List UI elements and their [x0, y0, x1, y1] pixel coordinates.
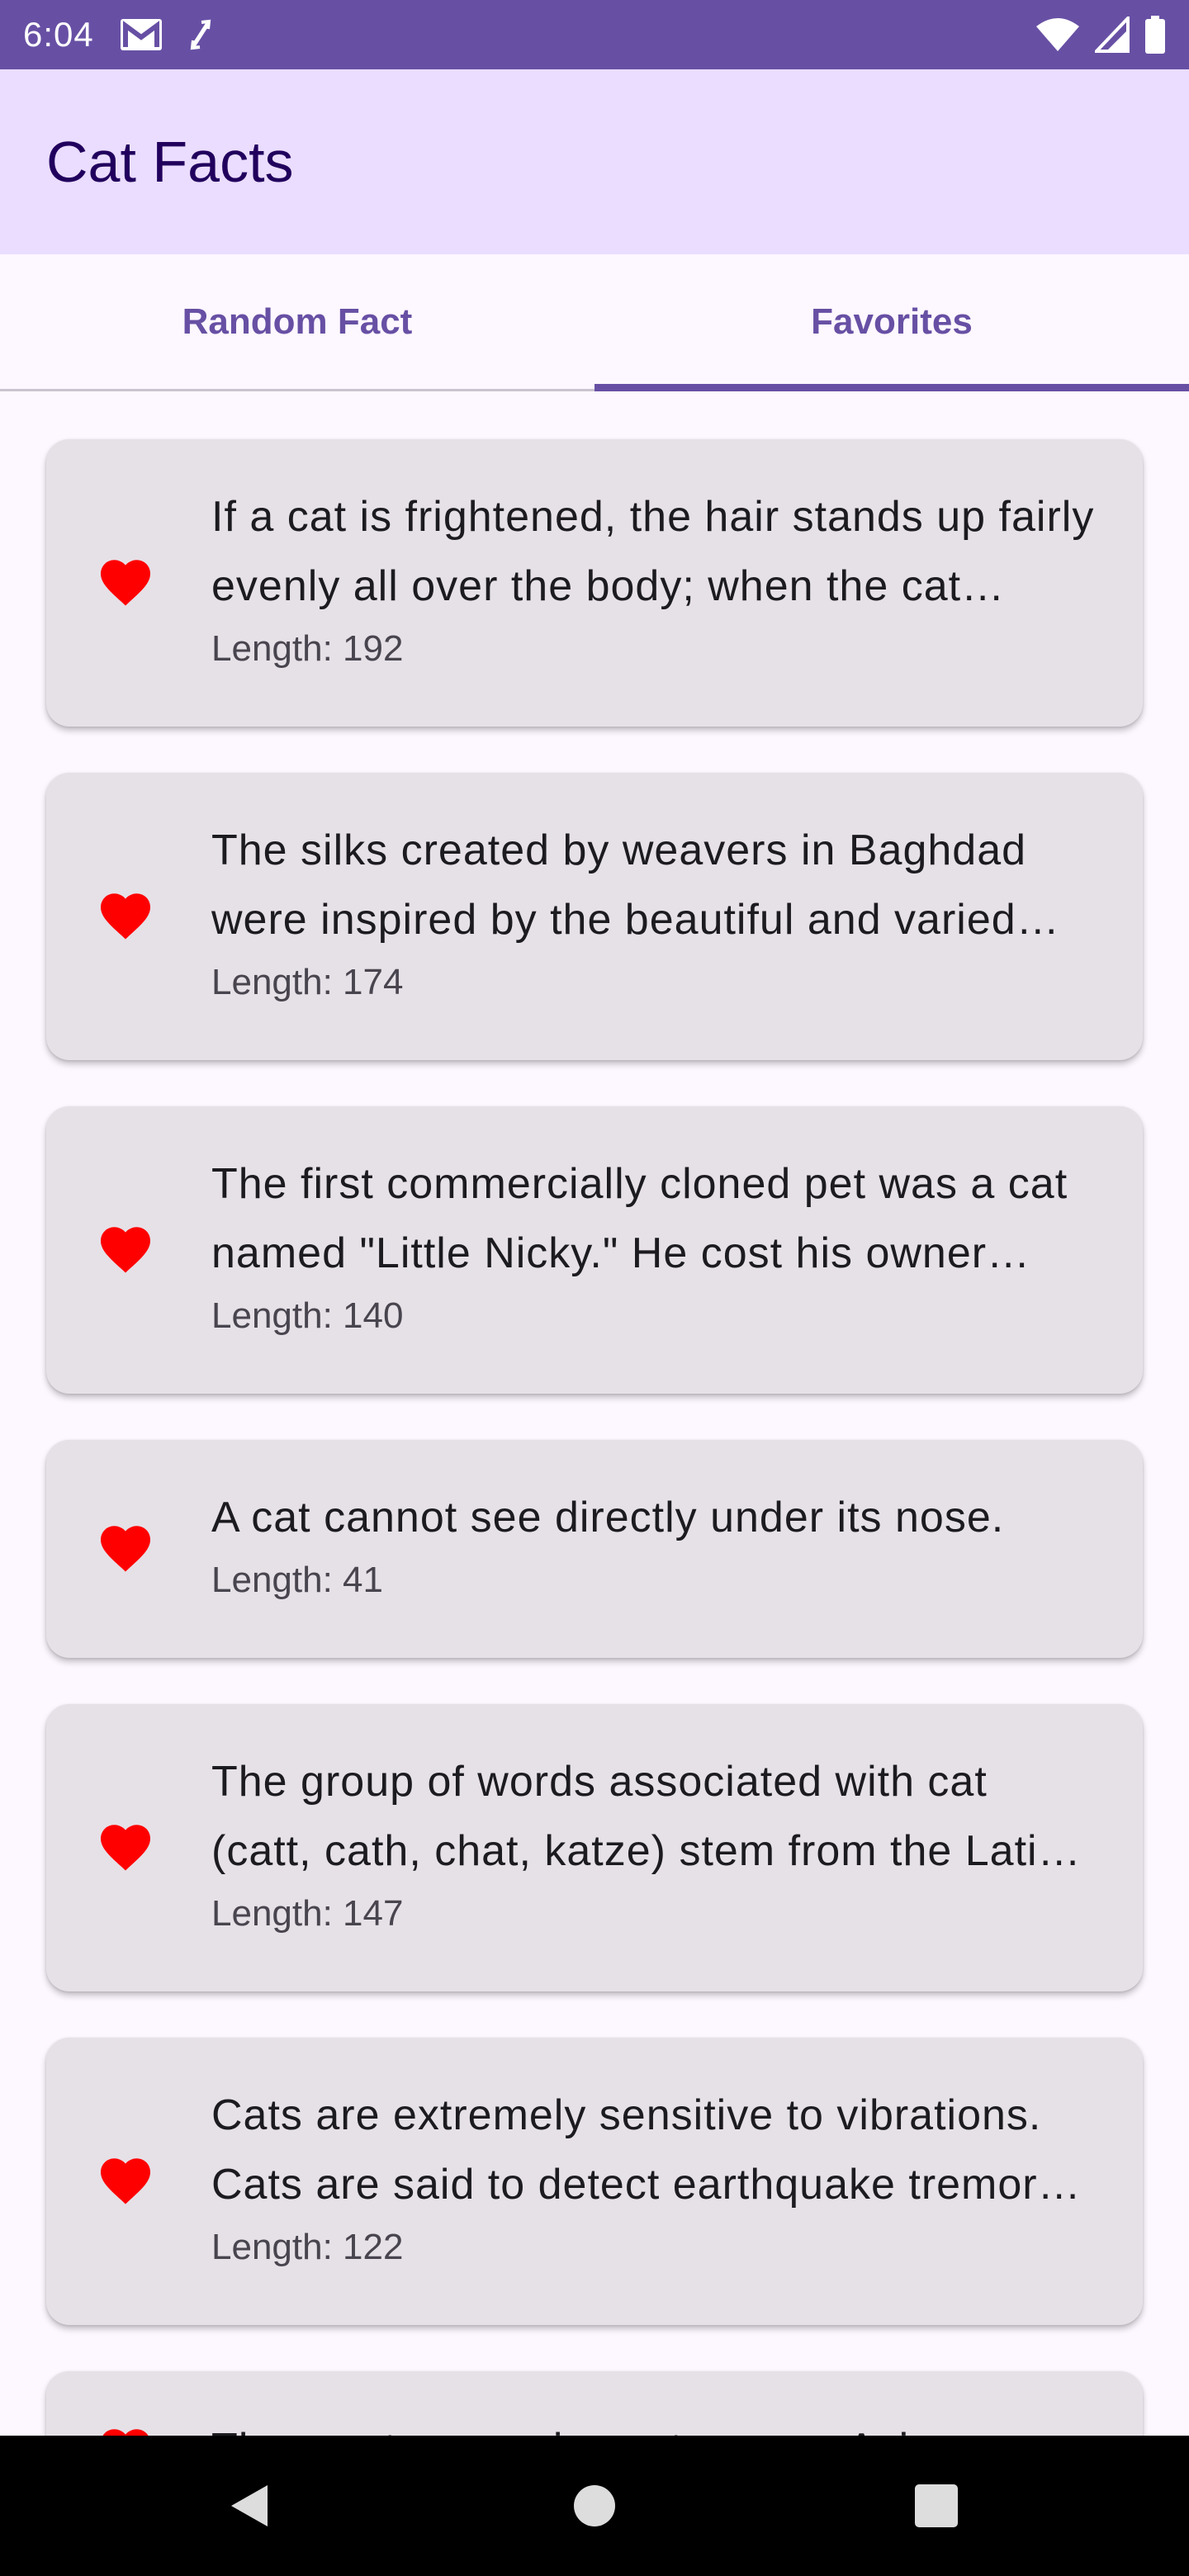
fact-text: Cats are extremely sensitive to vibratio… [211, 2091, 1060, 2209]
fact-text: The silks created by weavers in Baghdad … [211, 826, 1027, 944]
fact-length: Length: 174 [211, 962, 404, 1002]
status-right [1035, 16, 1166, 54]
screen-rotate-icon [188, 18, 213, 51]
heart-icon[interactable] [96, 553, 155, 606]
fact-length: Length: 140 [211, 1295, 404, 1336]
card-text: The first commercially cloned pet was a … [211, 1149, 1097, 1344]
card-text: The group of words associated with cat (… [211, 1747, 1097, 1942]
cell-signal-icon [1095, 17, 1130, 53]
app-title: Cat Facts [46, 130, 294, 194]
status-time: 6:04 [23, 15, 94, 54]
tab-random-fact[interactable]: Random Fact [0, 254, 594, 389]
back-icon[interactable] [200, 2436, 299, 2576]
favorite-card[interactable]: The group of words associated with cat (… [46, 1704, 1143, 1991]
system-nav-bar [0, 2436, 1189, 2576]
heart-icon[interactable] [96, 887, 155, 940]
status-left: 6:04 [23, 15, 213, 54]
app-screen: 6:04 Cat Facts Random Fact Favorites If … [0, 0, 1189, 2576]
card-text: Cats are extremely sensitive to vibratio… [211, 2081, 1097, 2275]
gmail-icon [119, 17, 163, 52]
heart-icon[interactable] [96, 1519, 155, 1572]
favorite-card[interactable]: The silks created by weavers in Baghdad … [46, 773, 1143, 1060]
fact-length: Length: 122 [211, 2227, 404, 2267]
fact-text: If a cat is frightened, the hair stands … [211, 493, 1095, 610]
heart-icon[interactable] [96, 1818, 155, 1871]
battery-icon [1144, 16, 1166, 54]
fact-length: Length: 192 [211, 628, 404, 669]
favorite-card[interactable]: If a cat is frightened, the hair stands … [46, 439, 1143, 727]
recents-icon[interactable] [887, 2436, 986, 2576]
fact-length: Length: 147 [211, 1893, 404, 1934]
top-app-bar: Cat Facts [0, 69, 1189, 254]
heart-icon[interactable] [96, 1220, 155, 1273]
fact-length: Length: 41 [211, 1560, 383, 1600]
fact-text: The group of words associated with cat (… [211, 1758, 1063, 1875]
fact-text: The first commercially cloned pet was a … [211, 1160, 1068, 1277]
favorite-card[interactable]: A cat cannot see directly under its nose… [46, 1440, 1143, 1658]
home-icon[interactable] [545, 2436, 644, 2576]
card-text: If a cat is frightened, the hair stands … [211, 482, 1097, 677]
tab-row: Random Fact Favorites [0, 254, 1189, 391]
favorite-card[interactable]: The first commercially cloned pet was a … [46, 1106, 1143, 1394]
wifi-icon [1035, 17, 1080, 53]
favorite-card[interactable]: Cats are extremely sensitive to vibratio… [46, 2038, 1143, 2325]
status-bar: 6:04 [0, 0, 1189, 69]
fact-text: A cat cannot see directly under its nose… [211, 1494, 1005, 1541]
favorites-list: If a cat is frightened, the hair stands … [46, 439, 1143, 2533]
heart-icon[interactable] [96, 2152, 155, 2204]
card-text: The silks created by weavers in Baghdad … [211, 816, 1097, 1011]
card-text: A cat cannot see directly under its nose… [211, 1483, 1097, 1608]
tab-favorites[interactable]: Favorites [594, 254, 1189, 391]
